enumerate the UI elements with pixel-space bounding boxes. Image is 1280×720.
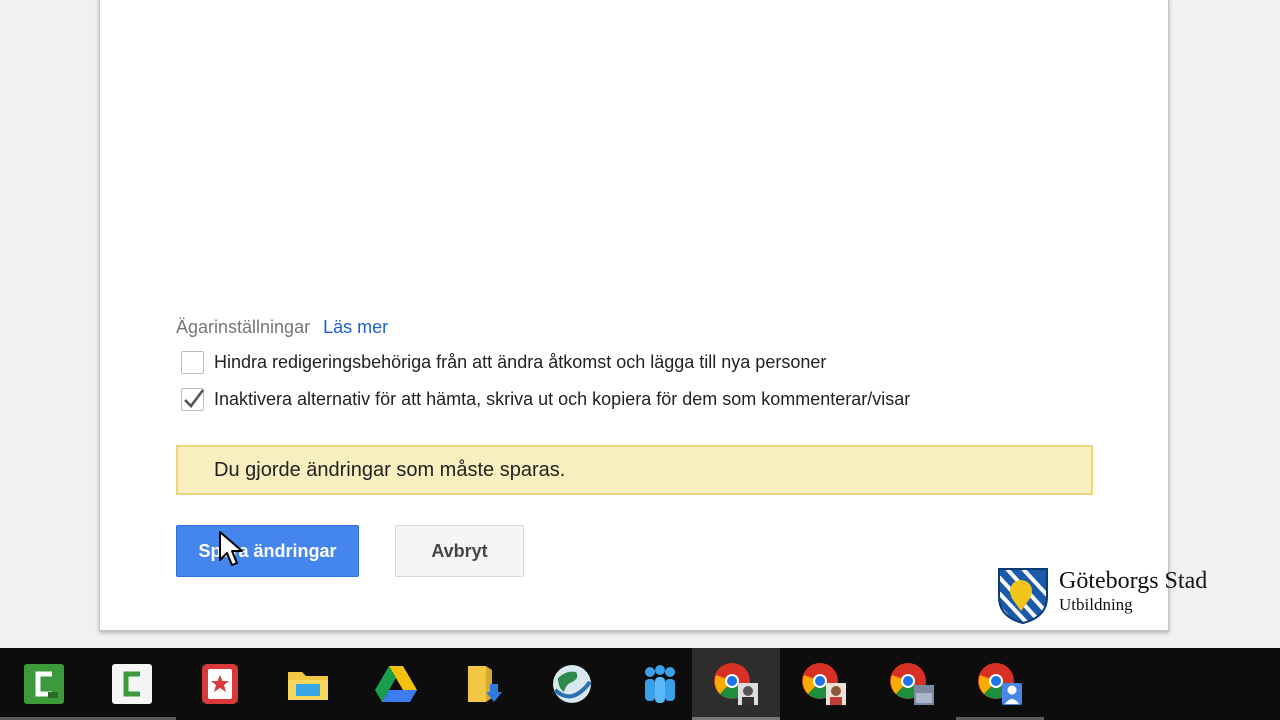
taskbar-bookmark-app[interactable] — [176, 648, 264, 720]
mouse-cursor-icon — [219, 531, 243, 566]
sharing-settings-dialog: Ägarinställningar Läs mer Hindra rediger… — [99, 0, 1169, 631]
taskbar-downloads-folder[interactable] — [440, 648, 528, 720]
owner-settings-header: Ägarinställningar Läs mer — [176, 317, 388, 338]
people-app-icon — [645, 665, 675, 703]
downloads-folder-icon — [468, 666, 502, 702]
file-explorer-icon — [288, 672, 328, 700]
prevent-editors-label: Hindra redigeringsbehöriga från att ändr… — [214, 352, 827, 372]
windows-taskbar — [0, 648, 1280, 720]
camtasia-studio-icon — [112, 664, 152, 704]
taskbar-chrome-profile-4[interactable] — [956, 648, 1044, 720]
city-crest-icon — [997, 567, 1049, 625]
taskbar-camtasia-recorder[interactable] — [0, 648, 88, 720]
owner-settings-title: Ägarinställningar — [176, 317, 311, 337]
taskbar-chrome-profile-2[interactable] — [780, 648, 868, 720]
unsaved-changes-text: Du gjorde ändringar som måste sparas. — [214, 459, 566, 481]
disable-download-label: Inaktivera alternativ för att hämta, skr… — [214, 389, 911, 409]
chrome-profile-3-icon — [890, 663, 934, 705]
save-changes-button[interactable]: Spara ändringar — [176, 525, 359, 577]
chrome-profile-2-icon — [802, 663, 846, 705]
prevent-editors-checkbox[interactable] — [181, 351, 204, 374]
checkmark-icon — [184, 389, 205, 408]
taskbar-chrome-profile-3[interactable] — [868, 648, 956, 720]
taskbar-file-explorer[interactable] — [264, 648, 352, 720]
bookmark-app-icon — [202, 664, 238, 704]
taskbar-google-drive[interactable] — [352, 648, 440, 720]
chrome-profile-4-icon — [978, 663, 1022, 705]
goteborgs-stad-logo: Göteborgs Stad Utbildning — [997, 567, 1207, 625]
chrome-profile-1-icon — [714, 663, 758, 705]
logo-name: Göteborgs Stad — [1059, 568, 1208, 594]
option-disable-download-row[interactable]: Inaktivera alternativ för att hämta, skr… — [181, 388, 910, 411]
learn-more-link[interactable]: Läs mer — [323, 317, 388, 337]
camtasia-recorder-icon — [24, 664, 64, 704]
disable-download-checkbox[interactable] — [181, 388, 205, 411]
cancel-button[interactable]: Avbryt — [395, 525, 524, 577]
taskbar-network-globe[interactable] — [528, 648, 616, 720]
taskbar-camtasia-studio[interactable] — [88, 648, 176, 720]
network-globe-icon — [553, 665, 592, 703]
taskbar-chrome-profile-1[interactable] — [692, 648, 780, 720]
logo-subtitle: Utbildning — [1059, 595, 1133, 614]
google-drive-icon — [375, 666, 417, 702]
taskbar-people-app[interactable] — [616, 648, 704, 720]
unsaved-changes-notice: Du gjorde ändringar som måste sparas. — [176, 445, 1093, 495]
option-prevent-editors-row[interactable]: Hindra redigeringsbehöriga från att ändr… — [181, 351, 826, 374]
